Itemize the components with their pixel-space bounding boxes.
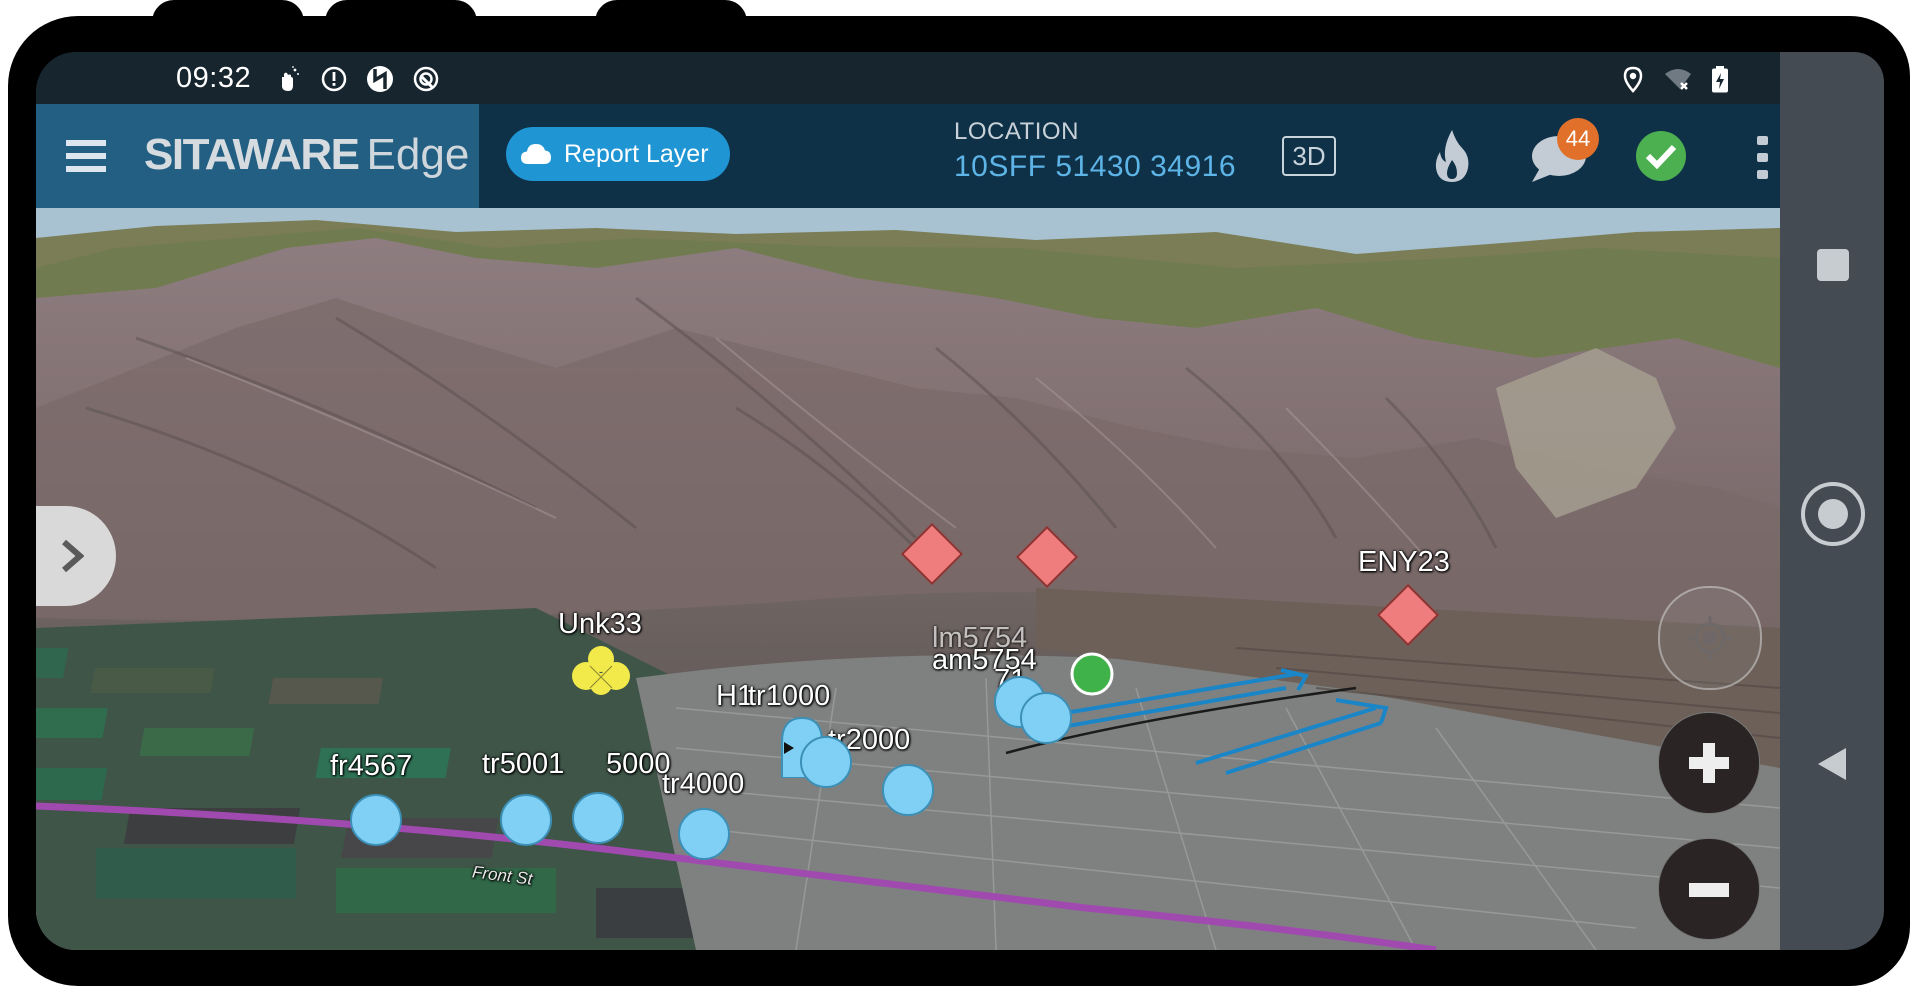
report-layer-button[interactable]: Report Layer — [506, 127, 730, 181]
brand-block: SITAWARE Edge — [36, 104, 479, 208]
circle-home-icon[interactable] — [1799, 480, 1867, 548]
messages-badge: 44 — [1557, 118, 1599, 160]
own-position-marker[interactable] — [1070, 652, 1114, 696]
plus-icon — [1689, 743, 1729, 783]
app-title: SITAWARE Edge — [144, 130, 469, 180]
location-label: LOCATION — [954, 118, 1079, 145]
status-bar: 09:32 — [36, 52, 1780, 104]
app-screen: 09:32 SITAWARE Edge Report Layer LOCATIO… — [36, 52, 1780, 950]
sync-off-icon — [367, 66, 393, 92]
friendly-unit-marker-tr5001[interactable] — [500, 794, 552, 846]
friendly-unit-marker-tr4000[interactable] — [678, 808, 730, 860]
app-header: SITAWARE Edge Report Layer LOCATION 10SFF… — [36, 104, 1780, 208]
unit-label-fr4567: fr4567 — [330, 750, 413, 782]
report-layer-label: Report Layer — [564, 139, 709, 168]
alert-circle-icon — [321, 66, 347, 92]
more-vertical-icon[interactable] — [1756, 134, 1770, 182]
unit-label-tr4000: tr4000 — [662, 768, 745, 800]
location-value: 10SFF 51430 34916 — [954, 150, 1237, 183]
battery-charging-icon — [1712, 66, 1728, 93]
hamburger-menu-icon[interactable] — [66, 140, 106, 172]
gesture-hand-icon — [282, 66, 299, 91]
zoom-out-button[interactable] — [1658, 838, 1760, 940]
map-3d-view[interactable]: Front St ENY23 Unk33 fr4567 tr5001 5000 … — [36, 208, 1780, 950]
view-mode-3d-button[interactable]: 3D — [1282, 136, 1336, 176]
friendly-unit-marker-tr1000[interactable] — [800, 736, 852, 788]
friendly-unit-marker-fr4567[interactable] — [350, 794, 402, 846]
unit-label-tr5001: tr5001 — [482, 748, 565, 780]
brand-edition: Edge — [366, 130, 470, 179]
locate-me-button[interactable] — [1658, 586, 1762, 690]
unit-label-eny23: ENY23 — [1358, 546, 1450, 578]
device-button — [325, 0, 477, 40]
brand-name: SITAWARE — [144, 130, 360, 179]
square-icon[interactable] — [1816, 248, 1850, 282]
crosshair-icon — [1688, 616, 1732, 660]
friendly-unit-marker-5000[interactable] — [572, 792, 624, 844]
system-nav-bar — [1780, 52, 1884, 950]
unknown-unit-marker[interactable] — [570, 644, 632, 696]
data-saver-icon — [413, 66, 439, 92]
unit-label-tr1000: tr1000 — [748, 680, 831, 712]
zoom-in-button[interactable] — [1658, 712, 1760, 814]
chevron-right-icon — [62, 539, 84, 573]
location-pin-icon — [1623, 66, 1643, 93]
terrain-imagery — [36, 208, 1780, 950]
friendly-unit-marker-71[interactable] — [1020, 692, 1072, 744]
unit-label-unk33: Unk33 — [558, 608, 642, 640]
device-button — [595, 0, 747, 40]
unit-label-5000: 5000 — [606, 748, 671, 780]
flame-icon[interactable] — [1432, 128, 1472, 184]
check-circle-icon[interactable] — [1636, 131, 1686, 181]
triangle-back-icon[interactable] — [1816, 746, 1848, 782]
cloud-icon — [521, 144, 551, 164]
friendly-unit-marker-tr2000[interactable] — [882, 764, 934, 816]
wifi-off-icon — [1665, 69, 1691, 90]
status-time: 09:32 — [176, 62, 252, 94]
device-button — [152, 0, 304, 40]
minus-icon — [1689, 883, 1729, 897]
